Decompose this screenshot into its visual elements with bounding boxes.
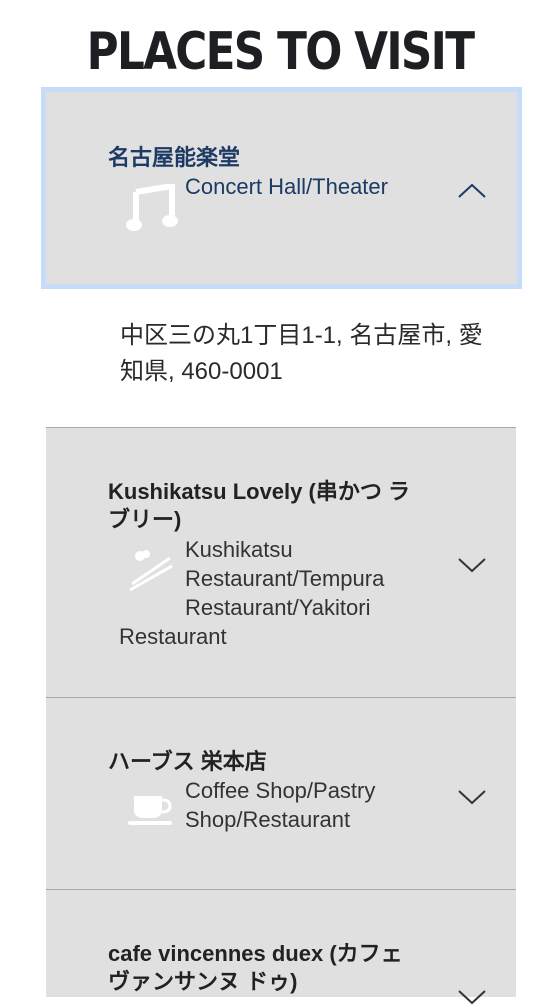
category-line: Restaurant/Yakitori — [185, 595, 371, 620]
place-card-kushikatsu-lovely[interactable]: Kushikatsu Lovely (串かつ ラ ブリー) Kushikatsu… — [46, 427, 516, 697]
category-line: Shop/Restaurant — [185, 807, 351, 832]
place-title: ハーブス 栄本店 — [108, 749, 267, 774]
place-category: Coffee Shop/Pastry Shop/Restaurant — [185, 776, 425, 834]
place-title: cafe vincennes duex (カフェ ヴァンサンヌ ドゥ) — [108, 940, 448, 996]
place-card-harbs-sakae[interactable]: ハーブス 栄本店 Coffee Shop/Pastry Shop/Restaur… — [46, 697, 516, 889]
category-line: Kushikatsu — [185, 537, 293, 562]
place-title-line: cafe vincennes duex (カフェ — [108, 941, 403, 966]
category-line: Coffee Shop/Pastry — [185, 778, 376, 803]
place-title-line: ヴァンサンヌ ドゥ) — [108, 969, 298, 994]
skewer-food-icon — [126, 544, 174, 597]
place-card-cafe-vincennes[interactable]: cafe vincennes duex (カフェ ヴァンサンヌ ドゥ) — [46, 889, 516, 1005]
place-category: Concert Hall/Theater — [185, 174, 388, 199]
place-address: 中区三の丸1丁目1-1, 名古屋市, 愛知県, 460-0001 — [120, 322, 483, 385]
place-card-nagoya-noh-theater[interactable]: 名古屋能楽堂 Concert Hall/Theater — [41, 87, 522, 289]
chevron-down-icon[interactable] — [454, 552, 490, 576]
music-note-icon — [126, 182, 178, 237]
chevron-up-icon[interactable] — [454, 178, 490, 202]
chevron-down-icon[interactable] — [454, 784, 490, 808]
category-line: Restaurant/Tempura — [185, 566, 385, 591]
category-line: Restaurant — [119, 624, 227, 649]
place-title-line: ブリー) — [108, 507, 182, 532]
chevron-down-icon[interactable] — [454, 984, 490, 1008]
page-title: PLACES TO VISIT — [86, 22, 475, 82]
coffee-cup-icon — [126, 792, 174, 833]
place-category: Kushikatsu Restaurant/Tempura Restaurant… — [185, 535, 425, 622]
place-title-line: Kushikatsu Lovely (串かつ ラ — [108, 479, 410, 504]
place-title: Kushikatsu Lovely (串かつ ラ ブリー) — [108, 478, 448, 534]
place-title: 名古屋能楽堂 — [108, 145, 241, 170]
